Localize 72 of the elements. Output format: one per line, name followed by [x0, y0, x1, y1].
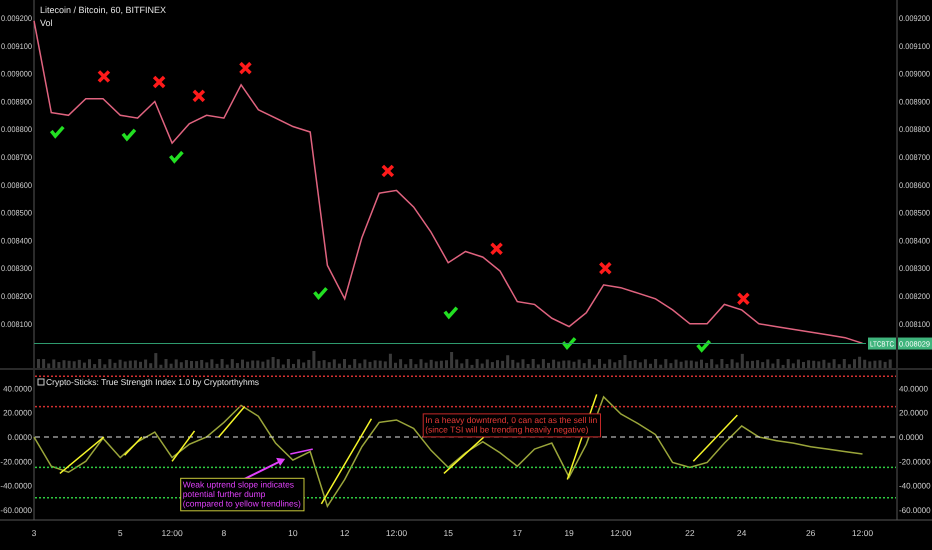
axis-label: 0.008800: [1, 125, 34, 134]
indicator-title: Crypto-Sticks: True Strength Index 1.0 by Cryptorthyhms: [46, 377, 260, 387]
axis-label: 0.008200: [1, 292, 34, 301]
axis-label: 8: [222, 528, 226, 538]
axis-label: 0.008600: [1, 180, 34, 190]
check-icon: [313, 287, 328, 300]
check-icon: [122, 128, 136, 142]
axis-label: 0.008500: [1, 208, 34, 218]
axis-label: 0.009200: [899, 14, 932, 24]
axis-label: 0.008700: [1, 153, 34, 162]
axis-label: 0.009100: [899, 42, 932, 51]
axis-label: -20.0000: [899, 457, 931, 466]
axis-label: 20.0000: [3, 408, 32, 418]
check-icon: [696, 340, 711, 353]
check-icon: [562, 337, 576, 350]
axis-label: 40.0000: [3, 384, 32, 394]
axis-label: 0.008300: [899, 264, 932, 274]
cross-icon: [238, 61, 252, 75]
axis-label: 12:00: [386, 528, 408, 538]
axis-label: 0.008600: [899, 180, 932, 190]
cross-icon: [97, 70, 111, 84]
axis-label: 22: [685, 528, 695, 538]
axis-label: 10: [288, 528, 298, 538]
check-icon: [169, 150, 184, 164]
axis-label: -40.0000: [899, 482, 931, 491]
cross-icon: [192, 89, 206, 103]
axis-label: 12: [340, 528, 350, 538]
axis-label: 12:00: [852, 528, 874, 538]
axis-label: 0.008800: [899, 125, 932, 134]
axis-label: 0.008700: [899, 153, 932, 162]
check-icon: [443, 306, 458, 320]
axis-label: 0.008400: [1, 236, 34, 246]
axis-label: 26: [806, 528, 816, 538]
axis-label: 0.009000: [899, 70, 932, 79]
axis-label: -60.0000: [899, 506, 931, 515]
axis-label: 12:00: [161, 528, 183, 538]
axis-label: -20.0000: [0, 457, 32, 466]
axis-label: 0.0000: [899, 432, 924, 442]
axis-label: 0.008500: [899, 208, 932, 218]
axis-label: 5: [118, 528, 123, 538]
check-icon: [50, 126, 65, 139]
axis-label: -40.0000: [0, 482, 32, 491]
axis-label: 0.008200: [899, 292, 932, 301]
axis-label: -60.0000: [0, 506, 32, 515]
cross-icon: [490, 242, 504, 256]
axis-label: 0.009000: [1, 70, 34, 79]
axis-label: 24: [736, 528, 746, 538]
axis-label: 0.008100: [1, 320, 34, 329]
axis-label: 0.0000: [8, 432, 32, 442]
axis-label: 15: [444, 528, 453, 538]
axis-label: 19: [564, 528, 574, 538]
indicator-icon: [38, 378, 44, 386]
axis-label: 12:00: [610, 528, 632, 538]
cross-icon: [381, 164, 395, 178]
chart-title: Litecoin / Bitcoin, 60, BITFINEX: [40, 5, 166, 15]
annotation-note: In a heavy downtrend, 0 can act as the sell lin (since TSI will be trending heavily negative): [422, 413, 601, 438]
axis-label: 0.009200: [1, 14, 34, 24]
axis-label: 0.008900: [1, 97, 34, 106]
volume-label: Vol: [40, 18, 53, 28]
axis-label: 0.008100: [899, 320, 932, 329]
axis-label: 40.0000: [899, 384, 928, 394]
cross-icon: [736, 292, 750, 306]
axis-label: 0.008900: [899, 97, 932, 106]
axis-label: 20.0000: [899, 408, 928, 418]
axis-label: 17: [512, 528, 522, 538]
axis-label: 3: [32, 528, 36, 538]
cross-icon: [152, 75, 166, 89]
axis-label: 0.008300: [1, 264, 34, 274]
cross-icon: [598, 261, 612, 275]
axis-label: 0.008400: [899, 236, 932, 246]
axis-label: 0.009100: [1, 42, 34, 51]
annotation-note: Weak uptrend slope indicates potential further dump (compared to yellow trendlines): [180, 478, 304, 512]
